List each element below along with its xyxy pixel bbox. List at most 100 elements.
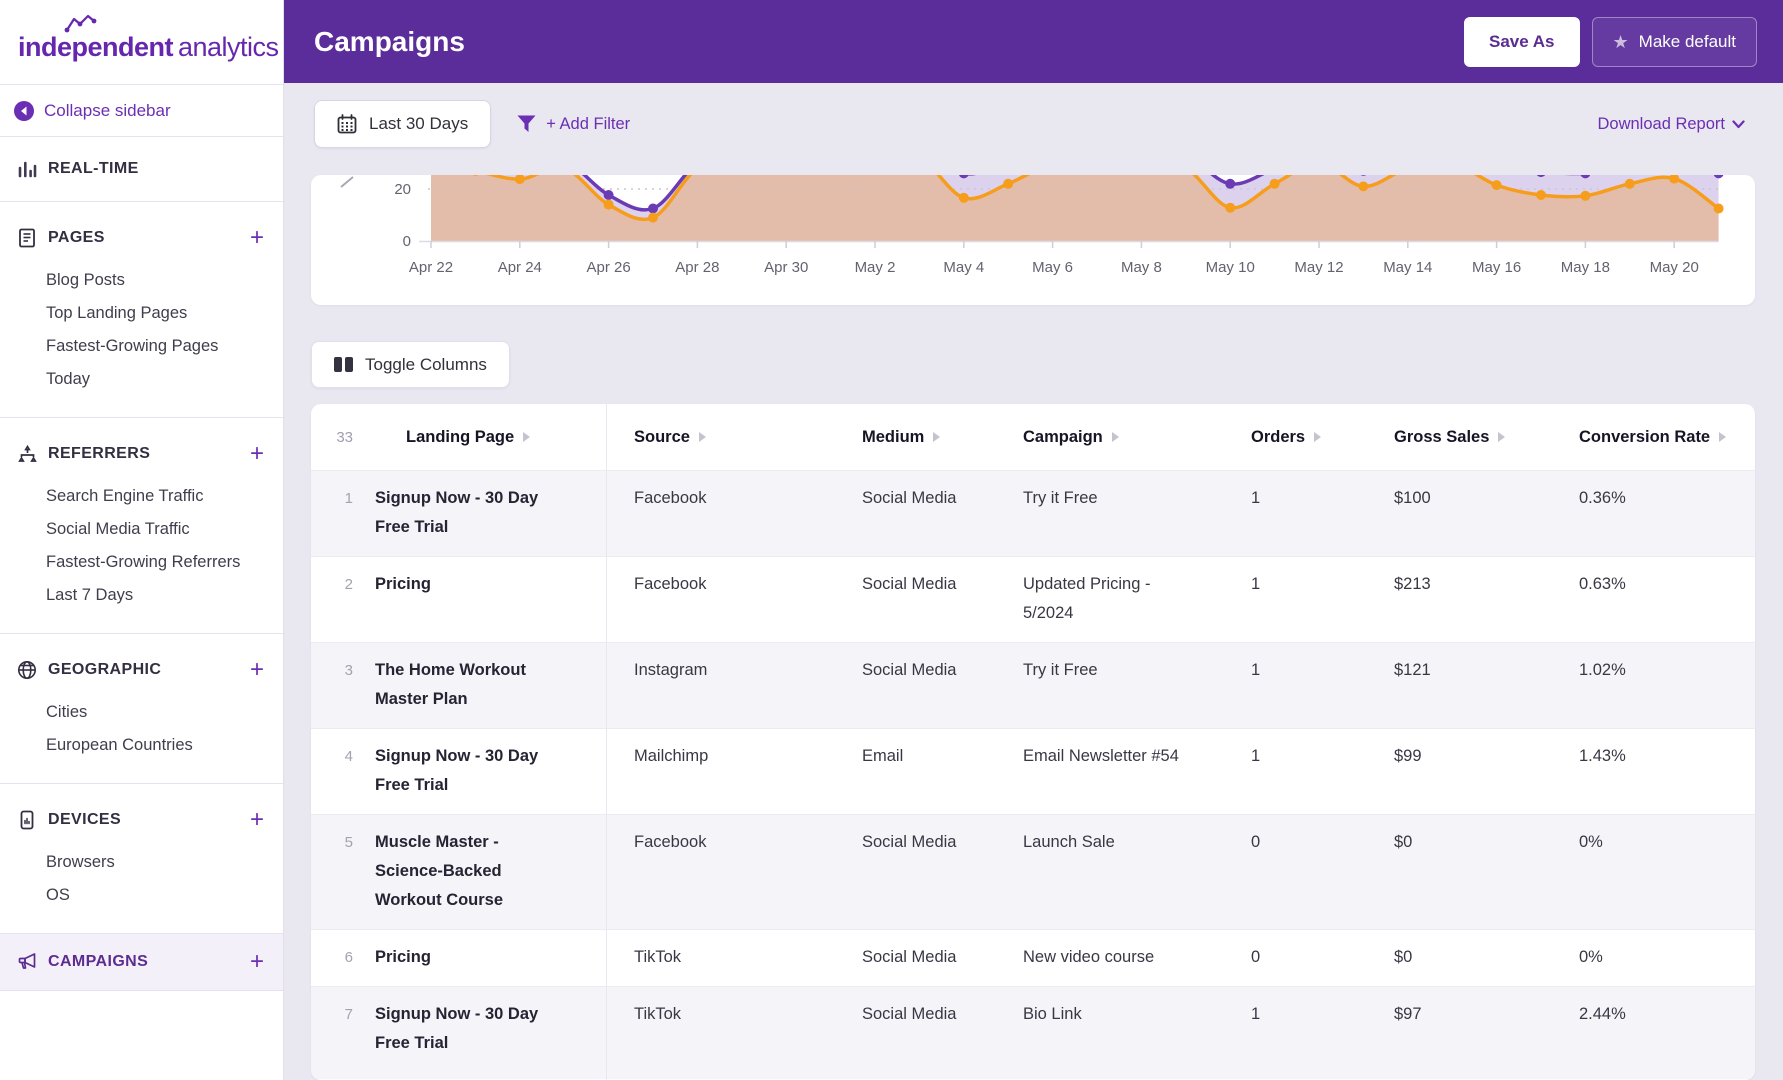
add-report-button[interactable]: + <box>250 444 264 464</box>
column-header-source[interactable]: Source <box>606 428 862 447</box>
sidebar-item-os[interactable]: OS <box>0 879 283 912</box>
campaigns-table-card: 33Landing PageSourceMediumCampaignOrders… <box>311 404 1755 1080</box>
chevron-down-icon <box>1732 120 1745 129</box>
x-tick-label: Apr 24 <box>498 259 542 276</box>
purple-series-marker <box>1225 179 1235 189</box>
column-header-medium[interactable]: Medium <box>862 428 1023 447</box>
campaign-cell: Try it Free <box>1023 484 1251 513</box>
sidebar-item-european-countries[interactable]: European Countries <box>0 729 283 762</box>
sidebar-item-last-7-days[interactable]: Last 7 Days <box>0 579 283 612</box>
sidebar-item-referrers[interactable]: REFERRERS + <box>0 436 283 472</box>
table-row: 1 Signup Now - 30 Day Free Trial Faceboo… <box>311 470 1755 556</box>
orange-series-marker <box>1580 191 1590 201</box>
x-tick-label: May 4 <box>943 259 984 276</box>
make-default-button[interactable]: ★ Make default <box>1592 17 1757 67</box>
column-header-orders[interactable]: Orders <box>1251 428 1394 447</box>
sidebar-item-pages[interactable]: PAGES + <box>0 220 283 256</box>
table-header-row: 33Landing PageSourceMediumCampaignOrders… <box>311 404 1755 470</box>
x-tick-label: Apr 22 <box>409 259 453 276</box>
sidebar-section-label: GEOGRAPHIC <box>48 661 161 679</box>
add-report-button[interactable]: + <box>250 952 264 972</box>
sidebar-item-cities[interactable]: Cities <box>0 696 283 729</box>
table-row: 7 Signup Now - 30 Day Free Trial TikTok … <box>311 986 1755 1079</box>
document-icon <box>15 228 39 248</box>
sidebar-item-blog-posts[interactable]: Blog Posts <box>0 264 283 297</box>
orders-cell: 1 <box>1251 742 1394 771</box>
orders-cell: 0 <box>1251 828 1394 857</box>
sidebar-item-browsers[interactable]: Browsers <box>0 846 283 879</box>
table-row: 2 Pricing Facebook Social Media Updated … <box>311 556 1755 642</box>
date-range-button[interactable]: Last 30 Days <box>314 100 491 148</box>
collapse-sidebar-button[interactable]: Collapse sidebar <box>0 85 283 137</box>
sidebar-section-referrers: REFERRERS + Search Engine TrafficSocial Me… <box>0 418 283 634</box>
column-header-landing-page[interactable]: Landing Page <box>375 428 606 447</box>
conversion-rate-cell: 0% <box>1579 828 1755 857</box>
line-chart[interactable]: Apr 22Apr 24Apr 26Apr 28Apr 30May 2May 4… <box>311 175 1754 305</box>
gross-sales-cell: $99 <box>1394 742 1579 771</box>
orders-cell: 0 <box>1251 943 1394 972</box>
sidebar-section-label: REFERRERS <box>48 445 150 463</box>
gross-sales-cell: $97 <box>1394 1000 1579 1029</box>
sidebar-item-today[interactable]: Today <box>0 363 283 396</box>
landing-page-link[interactable]: Pricing <box>375 570 606 599</box>
sidebar-item-devices[interactable]: DEVICES+ <box>0 802 283 838</box>
purple-series-marker <box>604 190 614 200</box>
add-report-button[interactable]: + <box>250 228 264 248</box>
sidebar-item-fastest-growing-referrers[interactable]: Fastest-Growing Referrers <box>0 546 283 579</box>
sidebar-item-campaigns[interactable]: CAMPAIGNS+ <box>0 934 283 990</box>
x-tick-label: Apr 28 <box>675 259 719 276</box>
landing-page-link[interactable]: Signup Now - 30 Day Free Trial <box>375 1000 606 1058</box>
landing-page-link[interactable]: The Home Workout Master Plan <box>375 656 606 714</box>
add-report-button[interactable]: + <box>250 810 264 830</box>
app-logo[interactable]: independentanalytics <box>0 0 283 85</box>
landing-page-link[interactable]: Pricing <box>375 943 606 972</box>
orders-cell: 1 <box>1251 656 1394 685</box>
x-tick-label: Apr 30 <box>764 259 808 276</box>
sidebar-item-real-time[interactable]: REAL-TIME <box>0 151 283 187</box>
landing-page-link[interactable]: Signup Now - 30 Day Free Trial <box>375 484 606 542</box>
table-row: 4 Signup Now - 30 Day Free Trial Mailchi… <box>311 728 1755 814</box>
sidebar-item-geographic[interactable]: GEOGRAPHIC + <box>0 652 283 688</box>
add-report-button[interactable]: + <box>250 660 264 680</box>
download-report-button[interactable]: Download Report <box>1598 115 1746 134</box>
megaphone-icon <box>15 952 39 972</box>
sidebar-section-pages: PAGES + Blog PostsTop Landing PagesFastest… <box>0 202 283 418</box>
sidebar-section-campaigns: CAMPAIGNS+ <box>0 934 283 991</box>
column-header-gross-sales[interactable]: Gross Sales <box>1394 428 1579 447</box>
table-body: 1 Signup Now - 30 Day Free Trial Faceboo… <box>311 470 1755 1079</box>
sidebar-sublist: Blog PostsTop Landing PagesFastest-Growi… <box>0 264 283 396</box>
column-header-conversion-rate[interactable]: Conversion Rate <box>1579 428 1755 447</box>
filter-bar: Last 30 Days + Add Filter Download Repor… <box>284 83 1783 165</box>
add-filter-button[interactable]: + Add Filter <box>517 115 630 134</box>
source-cell: Instagram <box>606 656 862 685</box>
toggle-columns-button[interactable]: Toggle Columns <box>311 341 510 388</box>
sidebar-sublist: Search Engine TrafficSocial Media Traffi… <box>0 480 283 612</box>
source-cell: TikTok <box>606 943 862 972</box>
landing-page-link[interactable]: Signup Now - 30 Day Free Trial <box>375 742 606 800</box>
table-row-count: 33 <box>311 429 375 446</box>
campaign-cell: Bio Link <box>1023 1000 1251 1029</box>
x-tick-label: May 2 <box>855 259 896 276</box>
x-tick-label: May 8 <box>1121 259 1162 276</box>
table-row: 6 Pricing TikTok Social Media New video … <box>311 929 1755 986</box>
sidebar-item-fastest-growing-pages[interactable]: Fastest-Growing Pages <box>0 330 283 363</box>
sidebar-item-search-engine-traffic[interactable]: Search Engine Traffic <box>0 480 283 513</box>
row-number: 6 <box>311 943 375 972</box>
sidebar: independentanalytics Collapse sidebar RE… <box>0 0 284 1080</box>
sidebar-item-social-media-traffic[interactable]: Social Media Traffic <box>0 513 283 546</box>
orange-series-marker <box>1492 180 1502 190</box>
gross-sales-cell: $0 <box>1394 943 1579 972</box>
sidebar-section-label: PAGES <box>48 229 105 247</box>
sidebar-item-top-landing-pages[interactable]: Top Landing Pages <box>0 297 283 330</box>
save-as-button[interactable]: Save As <box>1464 17 1580 67</box>
calendar-icon <box>337 114 357 134</box>
page-header: Campaigns Save As ★ Make default <box>284 0 1783 83</box>
sort-icon <box>1112 432 1119 442</box>
sidebar-section-geographic: GEOGRAPHIC + CitiesEuropean Countries <box>0 634 283 784</box>
funnel-icon <box>517 115 536 133</box>
medium-cell: Social Media <box>862 1000 1023 1029</box>
campaign-cell: Updated Pricing - 5/2024 <box>1023 570 1251 628</box>
landing-page-link[interactable]: Muscle Master - Science-Backed Workout C… <box>375 828 606 915</box>
column-header-campaign[interactable]: Campaign <box>1023 428 1251 447</box>
conversion-rate-cell: 0.36% <box>1579 484 1755 513</box>
